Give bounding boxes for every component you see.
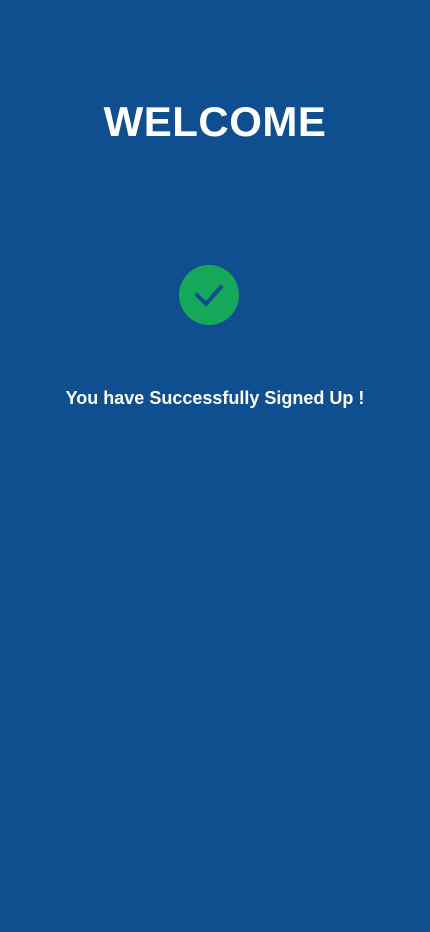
signup-success-screen: WELCOME You have Successfully Signed Up … <box>0 0 430 932</box>
success-message: You have Successfully Signed Up ! <box>65 388 365 408</box>
checkmark-icon <box>195 285 223 306</box>
page-title: WELCOME <box>103 98 327 145</box>
check-circle-icon <box>179 265 239 325</box>
